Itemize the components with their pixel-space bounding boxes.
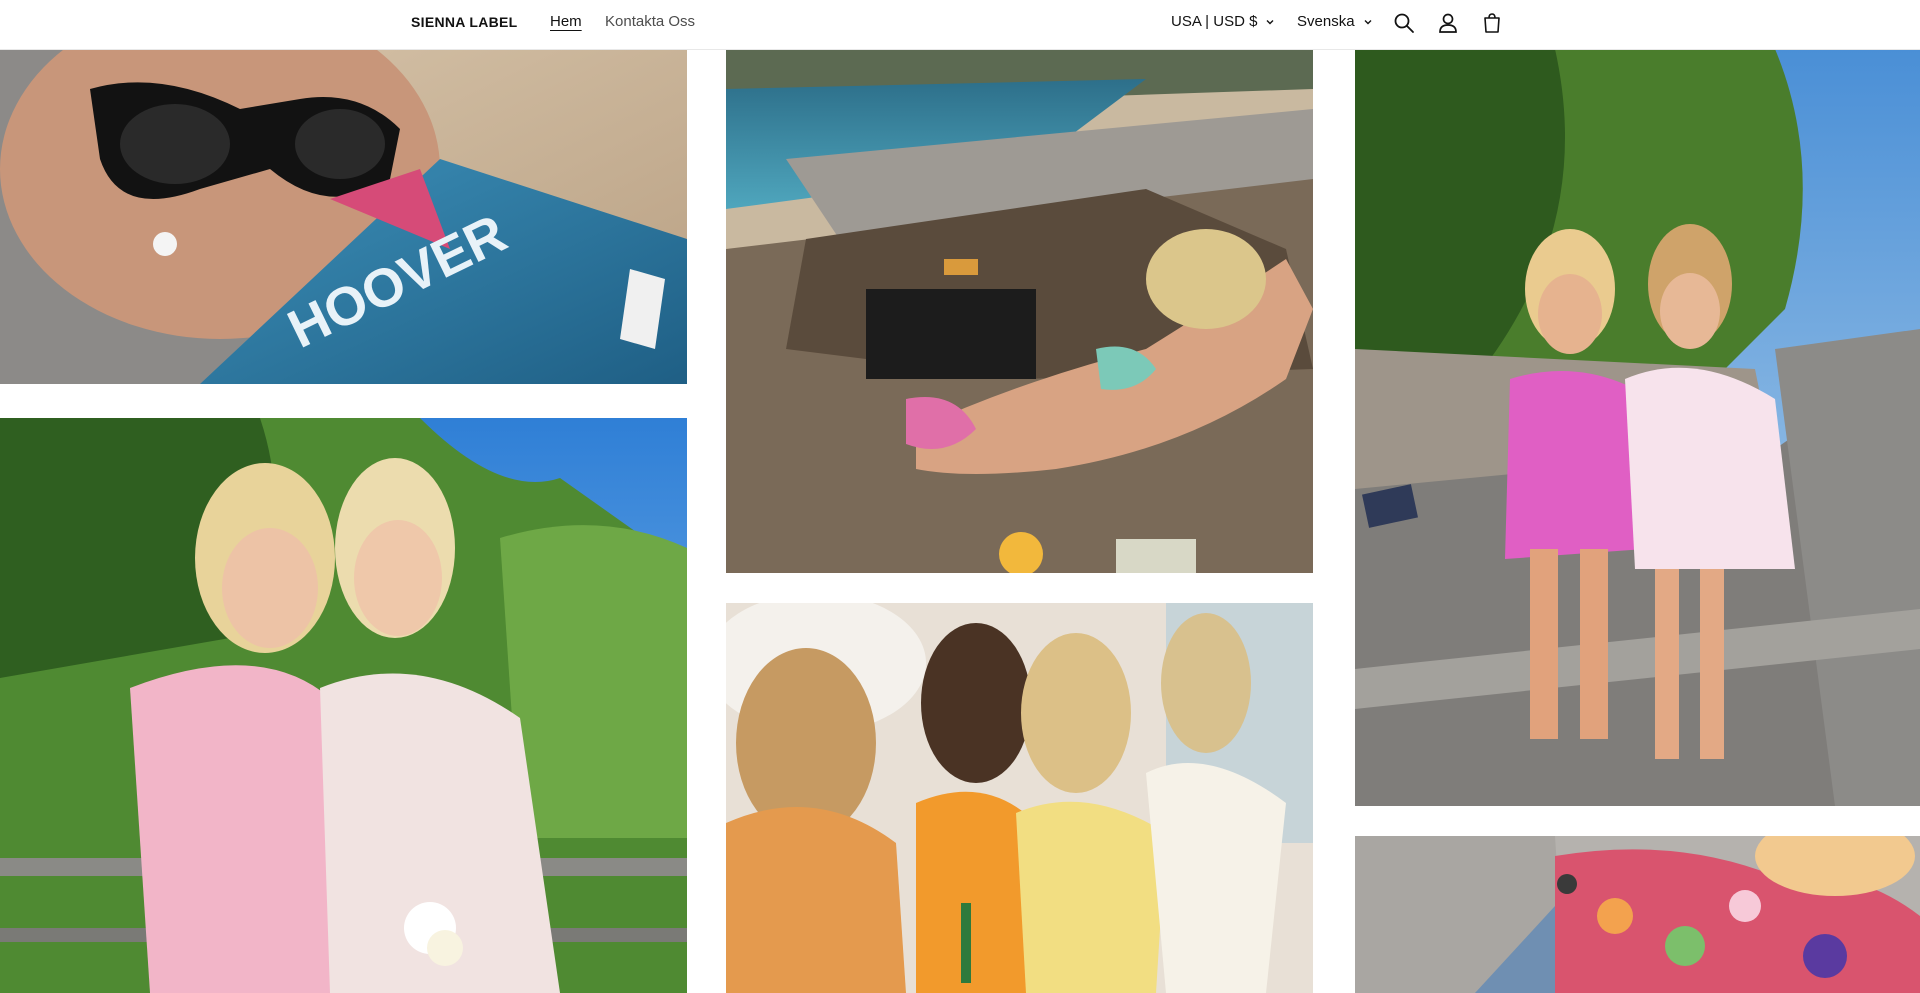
chevron-down-icon bbox=[1266, 19, 1274, 24]
store-logo[interactable]: SIENNA LABEL bbox=[411, 14, 518, 30]
photo-friends-garden[interactable] bbox=[0, 418, 687, 993]
chevron-down-icon bbox=[1364, 19, 1372, 24]
cart-icon bbox=[1484, 13, 1500, 33]
photo-group-party[interactable] bbox=[726, 603, 1313, 993]
language-selector-label: Svenska bbox=[1297, 13, 1355, 30]
account-button[interactable] bbox=[1435, 10, 1461, 36]
photo-floral-top[interactable] bbox=[1355, 836, 1920, 993]
photo-book-sunglasses[interactable]: HOOVER bbox=[0, 49, 687, 384]
country-selector-label: USA | USD $ bbox=[1171, 13, 1258, 30]
nav-link-home[interactable]: Hem bbox=[550, 13, 582, 30]
search-button[interactable] bbox=[1391, 10, 1417, 36]
photo-street-friends[interactable] bbox=[1355, 49, 1920, 806]
account-icon bbox=[1439, 13, 1457, 33]
cart-button[interactable] bbox=[1479, 10, 1505, 36]
nav-link-contact[interactable]: Kontakta Oss bbox=[605, 13, 695, 30]
photo-beach-lounger[interactable] bbox=[726, 49, 1313, 573]
site-header: SIENNA LABEL Hem Kontakta Oss USA | USD … bbox=[0, 0, 1920, 50]
language-selector[interactable]: Svenska bbox=[1297, 13, 1373, 30]
country-selector[interactable]: USA | USD $ bbox=[1171, 13, 1275, 30]
photo-gallery: HOOVER bbox=[0, 0, 1920, 993]
search-icon bbox=[1394, 13, 1414, 33]
